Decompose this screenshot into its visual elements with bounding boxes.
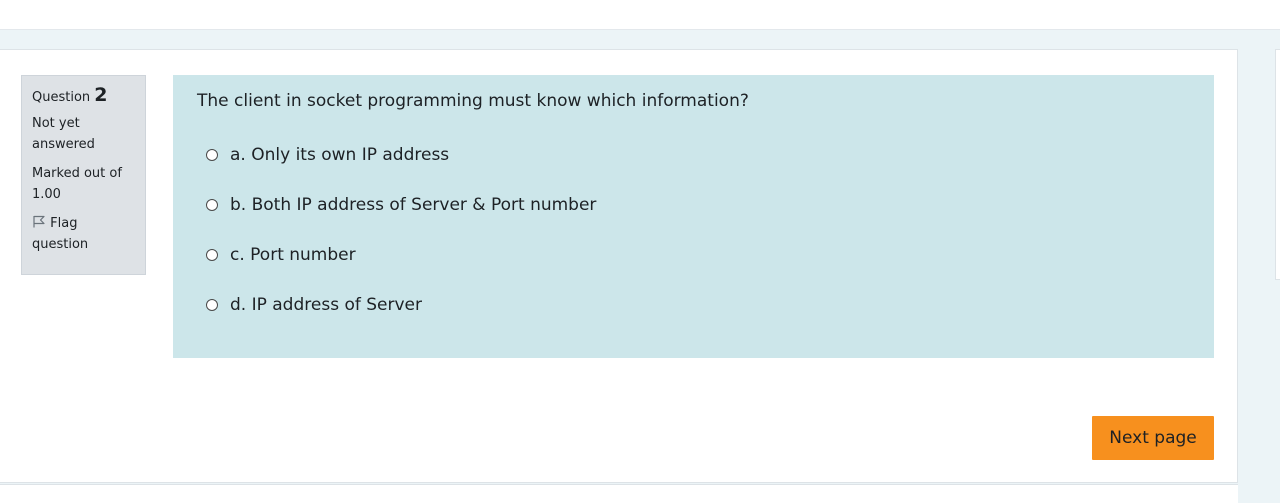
question-text: The client in socket programming must kn… xyxy=(197,91,749,111)
answer-option-d[interactable]: d. IP address of Server xyxy=(206,295,422,315)
question-label: Question xyxy=(32,90,91,105)
radio-unchecked-icon[interactable] xyxy=(206,149,218,161)
radio-unchecked-icon[interactable] xyxy=(206,299,218,311)
lower-content-card xyxy=(0,484,1238,503)
answer-label: c. Port number xyxy=(230,245,356,265)
radio-unchecked-icon[interactable] xyxy=(206,199,218,211)
next-page-button[interactable]: Next page xyxy=(1092,416,1214,460)
answer-option-a[interactable]: a. Only its own IP address xyxy=(206,145,449,165)
flag-question-link[interactable]: Flag question xyxy=(32,213,135,255)
answer-label: a. Only its own IP address xyxy=(230,145,450,165)
question-number-line: Question 2 xyxy=(32,85,135,108)
question-number: 2 xyxy=(94,84,108,106)
answer-option-c[interactable]: c. Port number xyxy=(206,245,356,265)
question-state: Not yet answered xyxy=(32,116,95,152)
radio-unchecked-icon[interactable] xyxy=(206,249,218,261)
right-side-block xyxy=(1275,49,1280,280)
question-content: The client in socket programming must kn… xyxy=(173,75,1214,358)
answer-label: b. Both IP address of Server & Port numb… xyxy=(230,195,597,215)
top-navbar xyxy=(0,0,1280,30)
answer-label: d. IP address of Server xyxy=(230,295,422,315)
flag-icon xyxy=(32,214,46,228)
answer-option-b[interactable]: b. Both IP address of Server & Port numb… xyxy=(206,195,596,215)
question-info-panel: Question 2 Not yet answered Marked out o… xyxy=(21,75,146,275)
question-grade: Marked out of 1.00 xyxy=(32,166,122,202)
